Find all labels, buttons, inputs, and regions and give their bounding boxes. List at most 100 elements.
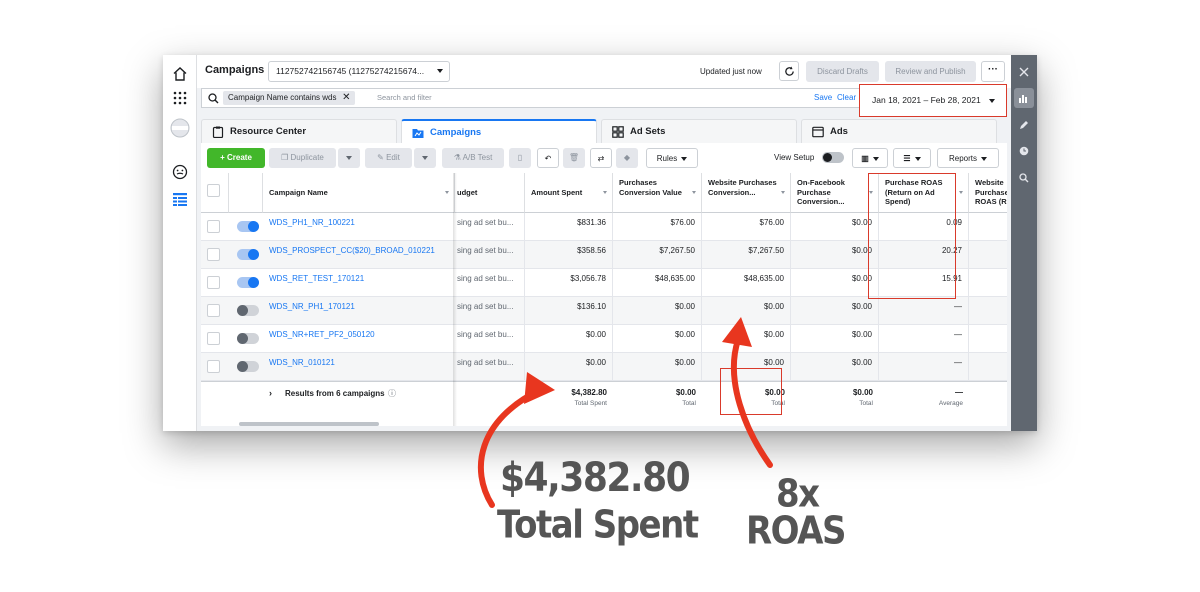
campaign-name-link[interactable]: WDS_NR+RET_PF2_050120 — [269, 325, 453, 353]
campaign-status-toggle[interactable] — [237, 221, 259, 232]
history-clock-icon[interactable] — [1015, 142, 1033, 160]
horizontal-scrollbar[interactable] — [239, 422, 379, 426]
edit-dropdown-button[interactable] — [414, 148, 436, 168]
tab-resource-center[interactable]: Resource Center — [201, 119, 397, 143]
account-avatar-icon[interactable] — [170, 118, 190, 138]
view-setup-toggle[interactable] — [822, 152, 844, 163]
row-checkbox[interactable] — [207, 220, 220, 233]
search-zoom-icon[interactable] — [1015, 169, 1033, 187]
remove-filter-icon[interactable]: ✕ — [342, 91, 350, 105]
pcv-cell: $0.00 — [613, 325, 702, 353]
ad-sets-grid-icon — [612, 126, 624, 138]
campaign-name-link[interactable]: WDS_NR_PH1_170121 — [269, 297, 453, 325]
purchase-roas-header[interactable]: Purchase ROAS (Return on Ad Spend) — [879, 173, 969, 213]
undo-button[interactable]: ↶ — [537, 148, 559, 168]
duplicate-dropdown-button[interactable] — [338, 148, 360, 168]
amount-spent-header[interactable]: Amount Spent — [525, 173, 613, 213]
row-checkbox[interactable] — [207, 248, 220, 261]
ads-window-icon — [812, 126, 824, 138]
campaign-name-link[interactable]: WDS_PROSPECT_CC($20)_BROAD_010221 — [269, 241, 453, 269]
review-and-publish-button[interactable]: Review and Publish — [885, 61, 976, 82]
home-icon[interactable] — [170, 64, 190, 84]
refresh-button[interactable] — [779, 61, 799, 81]
column-label: udget — [457, 188, 478, 197]
chevron-down-icon — [981, 156, 987, 161]
columns-button[interactable]: ▥ — [852, 148, 888, 168]
clipboard-button[interactable]: ▯ — [509, 148, 531, 168]
pencil-icon[interactable] — [1015, 116, 1033, 134]
close-icon[interactable] — [1015, 63, 1033, 81]
pencil-icon: ✎ — [377, 153, 387, 162]
preview-button[interactable]: ⇄ — [590, 148, 612, 168]
left-nav — [163, 55, 197, 431]
bar-chart-icon[interactable] — [1014, 88, 1034, 108]
create-button[interactable]: + Create — [207, 148, 265, 168]
rules-label: Rules — [656, 154, 678, 163]
on-facebook-purchase-header[interactable]: On-Facebook Purchase Conversion... — [791, 173, 879, 213]
table-row[interactable]: WDS_PH1_NR_100221 sing ad set bu... $831.3… — [201, 213, 1007, 241]
row-checkbox[interactable] — [207, 332, 220, 345]
campaign-status-toggle[interactable] — [237, 305, 259, 316]
table-row[interactable]: WDS_NR_PH1_170121 sing ad set bu... $136.1… — [201, 297, 1007, 325]
rules-dropdown[interactable]: Rules — [646, 148, 698, 168]
save-filter-link[interactable]: Save — [814, 93, 832, 102]
frozen-column-shadow — [453, 173, 457, 426]
clear-filter-link[interactable]: Clear — [837, 93, 856, 102]
row-checkbox[interactable] — [207, 360, 220, 373]
ofp-cell: $0.00 — [791, 325, 879, 353]
row-checkbox[interactable] — [207, 304, 220, 317]
tab-ads[interactable]: Ads — [801, 119, 997, 143]
campaign-name-link[interactable]: WDS_NR_010121 — [269, 353, 453, 381]
table-row[interactable]: WDS_RET_TEST_170121 sing ad set bu... $3,0… — [201, 269, 1007, 297]
amount-cell: $0.00 — [525, 325, 613, 353]
sort-icon — [959, 191, 963, 194]
edit-button[interactable]: ✎ Edit — [365, 148, 412, 168]
results-summary-row: › Results from 6 campaigns ⓘ $4,382.80 To… — [201, 381, 1007, 419]
ofp-cell: $0.00 — [791, 213, 879, 241]
table-row[interactable]: WDS_PROSPECT_CC($20)_BROAD_010221 sing ad… — [201, 241, 1007, 269]
date-range-picker[interactable]: Jan 18, 2021 – Feb 28, 2021 — [859, 84, 1007, 117]
tab-label: Resource Center — [230, 126, 307, 137]
campaign-name-header[interactable]: Campaign Name — [263, 173, 455, 213]
wpcv-cell: $48,635.00 — [702, 269, 791, 297]
roas-cell: 15.91 — [879, 269, 969, 297]
flask-icon: ⚗ — [453, 153, 463, 162]
emoji-feedback-icon[interactable] — [170, 162, 190, 182]
campaign-name-link[interactable]: WDS_PH1_NR_100221 — [269, 213, 453, 241]
reports-dropdown[interactable]: Reports — [937, 148, 999, 168]
ab-test-button[interactable]: ⚗ A/B Test — [442, 148, 504, 168]
campaign-status-toggle[interactable] — [237, 361, 259, 372]
budget-header[interactable]: udget — [455, 173, 525, 213]
tab-campaigns[interactable]: Campaigns — [401, 119, 597, 143]
tag-button[interactable]: ◆ — [616, 148, 638, 168]
campaign-name-link[interactable]: WDS_RET_TEST_170121 — [269, 269, 453, 297]
filter-chip[interactable]: Campaign Name contains wds ✕ — [223, 91, 355, 105]
duplicate-button[interactable]: ❐ Duplicate — [269, 148, 336, 168]
search-input[interactable]: Search and filter — [377, 93, 432, 102]
campaign-status-toggle[interactable] — [237, 277, 259, 288]
discard-drafts-button[interactable]: Discard Drafts — [806, 61, 879, 82]
delete-button[interactable]: 🗑 — [563, 148, 585, 168]
clipboard-icon — [212, 126, 224, 138]
table-row[interactable]: WDS_NR_010121 sing ad set bu... $0.00 $0.00… — [201, 353, 1007, 381]
campaign-status-toggle[interactable] — [237, 249, 259, 260]
total-caption: Total — [859, 400, 873, 407]
row-checkbox[interactable] — [207, 276, 220, 289]
table-view-icon[interactable] — [170, 189, 190, 209]
website-purchase-roas-header[interactable]: Website Purchase ROAS (R — [969, 173, 1007, 213]
wpcv-cell: $76.00 — [702, 213, 791, 241]
main-area: Campaigns 112752742156745 (1127527421567… — [197, 55, 1011, 431]
campaign-select-dropdown[interactable]: 112752742156745 (11275274215674... — [268, 61, 450, 82]
table-row[interactable]: WDS_NR+RET_PF2_050120 sing ad set bu... $0… — [201, 325, 1007, 353]
tab-ad-sets[interactable]: Ad Sets — [601, 119, 797, 143]
more-options-button[interactable]: ··· — [981, 61, 1005, 82]
search-icon — [208, 93, 219, 104]
purchases-conversion-value-header[interactable]: Purchases Conversion Value — [613, 173, 702, 213]
select-all-checkbox[interactable] — [207, 184, 220, 197]
campaign-status-toggle[interactable] — [237, 333, 259, 344]
expand-chevron-icon[interactable]: › — [269, 388, 272, 398]
website-purchases-conversion-header[interactable]: Website Purchases Conversion... — [702, 173, 791, 213]
info-icon[interactable]: ⓘ — [388, 388, 396, 399]
breakdown-button[interactable]: ☰ — [893, 148, 931, 168]
apps-grid-icon[interactable] — [170, 88, 190, 108]
